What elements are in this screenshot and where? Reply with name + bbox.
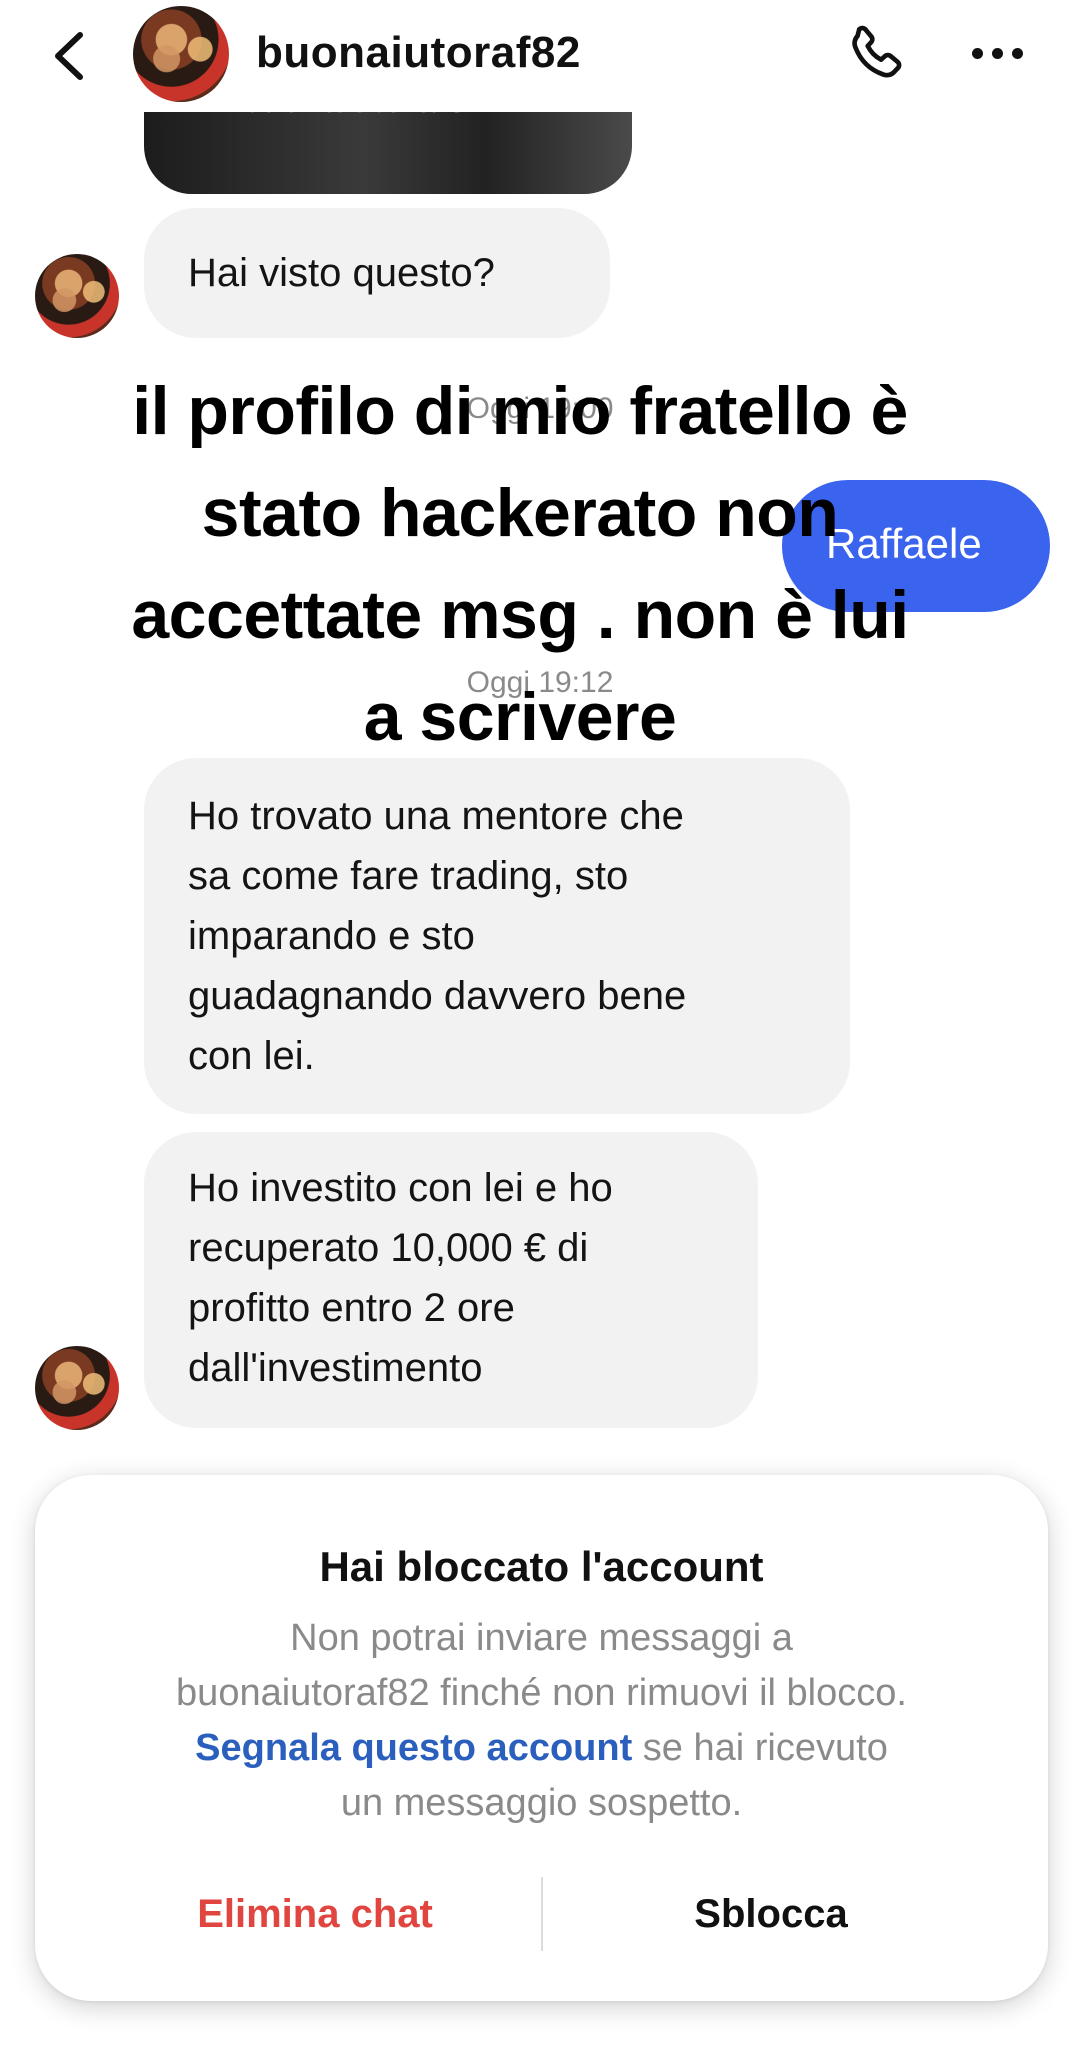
shared-media-preview[interactable]: buonaiutoraf82: [144, 100, 632, 194]
overlay-caption: il profilo di mio fratello è stato hacke…: [40, 360, 1000, 768]
overlay-line: il profilo di mio fratello è: [132, 373, 908, 449]
overlay-line: a scrivere: [363, 679, 677, 755]
message-line: sa come fare trading, sto: [188, 854, 629, 898]
blocked-account-card: Hai bloccato l'account Non potrai inviar…: [35, 1475, 1048, 2001]
received-message[interactable]: Ho investito con lei e ho recuperato 10,…: [144, 1132, 758, 1428]
avatar[interactable]: [35, 1346, 119, 1430]
more-horizontal-icon: [971, 47, 1023, 59]
description-line: Segnala questo account se hai ricevuto: [95, 1721, 988, 1776]
message-line: imparando e sto: [188, 914, 475, 958]
description-line: Non potrai inviare messaggi a: [290, 1617, 793, 1659]
message-line: dall'investimento: [188, 1346, 483, 1390]
message-line: profitto entro 2 ore: [188, 1286, 515, 1330]
phone-icon: [852, 25, 902, 78]
avatar[interactable]: [133, 6, 229, 102]
description-line: un messaggio sospetto.: [340, 1782, 743, 1824]
received-message[interactable]: Ho trovato una mentore che sa come fare …: [144, 758, 850, 1114]
message-line: Ho trovato una mentore che: [188, 794, 684, 838]
more-options-button[interactable]: [962, 28, 1032, 78]
avatar[interactable]: [35, 254, 119, 338]
chevron-left-icon: [55, 32, 83, 80]
overlay-line: stato hackerato non: [201, 475, 839, 551]
call-button[interactable]: [840, 20, 910, 90]
report-account-link[interactable]: Segnala questo account: [195, 1727, 632, 1769]
chat-header: buonaiutoraf82: [0, 0, 1080, 112]
back-button[interactable]: [40, 22, 100, 90]
description-line: buonaiutoraf82 finché non rimuovi il blo…: [176, 1672, 907, 1714]
blocked-title: Hai bloccato l'account: [319, 1543, 764, 1590]
divider: [541, 1877, 543, 1951]
received-message[interactable]: Hai visto questo?: [144, 208, 610, 338]
message-line: Ho investito con lei e ho: [188, 1166, 613, 1210]
message-line: con lei.: [188, 1034, 315, 1078]
message-line: recuperato 10,000 € di: [188, 1226, 589, 1270]
message-line: guadagnando davvero bene: [188, 974, 687, 1018]
chat-username[interactable]: buonaiutoraf82: [256, 28, 581, 78]
delete-chat-button[interactable]: Elimina chat: [95, 1879, 535, 1949]
overlay-line: accettate msg . non è lui: [131, 577, 909, 653]
description-text: se hai ricevuto: [632, 1727, 888, 1769]
message-text: Hai visto questo?: [188, 251, 495, 295]
blocked-description: Non potrai inviare messaggi a buonaiutor…: [95, 1611, 988, 1831]
unblock-button[interactable]: Sblocca: [551, 1879, 991, 1949]
